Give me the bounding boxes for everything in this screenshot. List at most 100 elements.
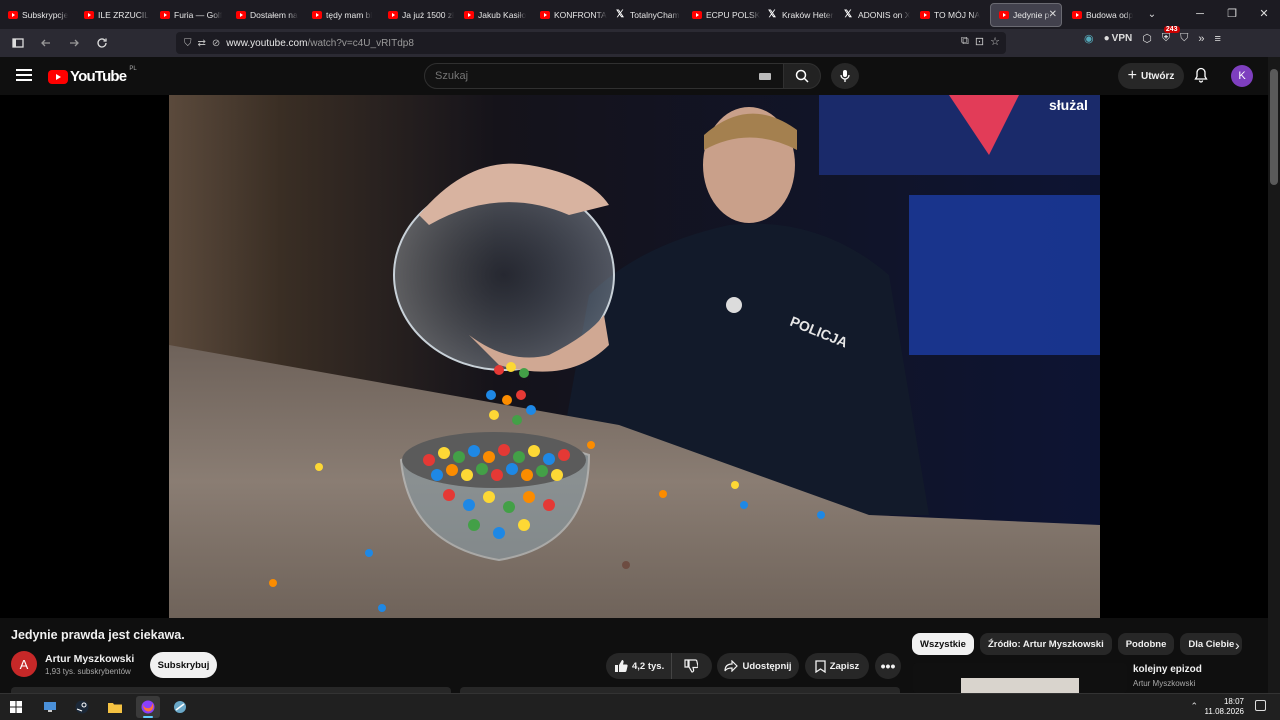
plus-icon: + xyxy=(1127,67,1137,84)
address-bar[interactable]: ⛉ ⇄ ⊘ www.youtube.com/watch?v=c4U_vRITdp… xyxy=(176,32,1006,54)
privacy-badger-icon[interactable]: ◉ xyxy=(1084,32,1094,45)
start-menu-icon[interactable] xyxy=(4,696,28,718)
wall-sign-text: służal xyxy=(1049,97,1088,113)
overflow-chevron-icon[interactable]: » xyxy=(1198,33,1204,45)
close-tab-icon[interactable]: ✕ xyxy=(1049,9,1057,20)
filter-chip[interactable]: Podobne xyxy=(1117,633,1175,655)
youtube-icon xyxy=(160,10,170,19)
youtube-icon xyxy=(692,10,702,19)
tray-chevron-icon[interactable]: ⌃ xyxy=(1190,701,1198,712)
share-button[interactable]: Udostępnij xyxy=(717,653,799,679)
create-button[interactable]: + Utwórz xyxy=(1118,63,1184,89)
recommended-title[interactable]: kolejny epizod xyxy=(1133,664,1202,675)
browser-tab-label: Jakub Kasiło xyxy=(478,9,527,20)
notifications-bell-icon[interactable] xyxy=(1194,67,1208,88)
maximize-button[interactable]: ❐ xyxy=(1216,0,1248,29)
desktop-app-icon[interactable] xyxy=(38,696,62,718)
back-button[interactable] xyxy=(34,31,58,55)
forward-button[interactable] xyxy=(62,31,86,55)
browser-tab[interactable]: ECPU POLSKA xyxy=(684,0,760,29)
voice-search-button[interactable] xyxy=(831,63,859,89)
video-player[interactable]: służal POLICJA xyxy=(0,95,1268,618)
youtube-logo[interactable]: YouTube PL xyxy=(48,66,137,85)
minimize-button[interactable]: ─ xyxy=(1184,0,1216,29)
browser-tab[interactable]: Jakub Kasiło xyxy=(456,0,532,29)
hamburger-menu-icon[interactable] xyxy=(16,69,32,81)
browser-tab[interactable]: tędy mam bl xyxy=(304,0,380,29)
recommended-channel[interactable]: Artur Myszkowski xyxy=(1133,679,1195,688)
browser-tab[interactable]: Subskrypcje xyxy=(0,0,76,29)
browser-tab[interactable]: Ja już 1500 zł xyxy=(380,0,456,29)
app-icon[interactable] xyxy=(168,696,192,718)
shield-icon[interactable]: ⛉ xyxy=(184,38,192,49)
url-host: www.youtube.com xyxy=(226,37,308,49)
search-box[interactable] xyxy=(424,63,784,89)
browser-tab[interactable]: ILE ZRZUCIL xyxy=(76,0,152,29)
reload-button[interactable] xyxy=(90,31,114,55)
vpn-button[interactable]: ● VPN xyxy=(1104,33,1133,44)
shield-extension-icon[interactable]: ⛉ xyxy=(1180,32,1188,45)
extension-icon[interactable]: ⬡ xyxy=(1142,32,1152,45)
camera-off-icon[interactable]: ⊘ xyxy=(212,38,220,49)
browser-tab[interactable]: Furia — Golf xyxy=(152,0,228,29)
search-input[interactable] xyxy=(435,70,735,82)
recommended-video[interactable] xyxy=(913,663,1127,693)
browser-tab[interactable]: TO MÓJ NA xyxy=(912,0,988,29)
tab-list-chevron-icon[interactable]: ⌄ xyxy=(1140,9,1164,20)
bookmark-star-icon[interactable]: ☆ xyxy=(990,35,1000,48)
related-chips: Wszystkie Źródło: Artur Myszkowski Podobne… xyxy=(912,633,1243,655)
youtube-header: YouTube PL +Utwórz K xyxy=(0,57,1268,95)
file-explorer-icon[interactable] xyxy=(103,696,127,718)
ublock-icon[interactable]: ⛨ 243 xyxy=(1162,26,1180,45)
recommended-thumbnail[interactable] xyxy=(913,663,1127,693)
channel-avatar[interactable]: A xyxy=(11,651,37,677)
filter-chip[interactable]: Dla Ciebie xyxy=(1180,633,1243,655)
keyboard-icon[interactable] xyxy=(759,73,771,80)
screenshot-icon[interactable]: ⊡ xyxy=(975,35,984,48)
window-controls: ─ ❐ ✕ xyxy=(1184,0,1280,29)
more-actions-button[interactable]: ••• xyxy=(875,653,901,679)
like-count: 4,2 tys. xyxy=(632,660,665,672)
extension-badge: 243 xyxy=(1163,26,1180,33)
close-window-button[interactable]: ✕ xyxy=(1248,0,1280,29)
browser-tab-label: ECPU POLSKA xyxy=(706,9,760,20)
account-avatar[interactable]: K xyxy=(1231,65,1253,87)
youtube-icon xyxy=(920,10,930,19)
chevron-right-icon[interactable]: › xyxy=(1235,637,1240,653)
dislike-button[interactable] xyxy=(672,653,710,679)
x-icon: 𝕏 xyxy=(844,8,853,20)
browser-tab[interactable]: 𝕏 ADONIS on X xyxy=(836,0,912,29)
firefox-icon[interactable] xyxy=(136,696,160,718)
filter-chip[interactable]: Źródło: Artur Myszkowski xyxy=(979,633,1112,655)
menu-icon[interactable]: ≡ xyxy=(1214,33,1220,45)
permissions-icon[interactable]: ⇄ xyxy=(198,38,206,49)
picture-in-picture-icon[interactable]: ⧉ xyxy=(961,35,969,48)
scrollbar-thumb[interactable] xyxy=(1270,69,1278,185)
x-icon: 𝕏 xyxy=(616,8,625,20)
x-icon: 𝕏 xyxy=(768,8,777,20)
search-button[interactable] xyxy=(783,63,821,89)
page-scrollbar[interactable] xyxy=(1268,57,1280,693)
system-clock[interactable]: 18:07 11.08.2026 xyxy=(1205,697,1244,717)
browser-tab-label: Subskrypcje xyxy=(22,9,69,20)
subscriber-count: 1,93 tys. subskrybentów xyxy=(45,667,131,676)
steam-icon[interactable] xyxy=(70,696,94,718)
browser-tab-label: TO MÓJ NA xyxy=(934,9,981,20)
browser-tab[interactable]: Dostałem na xyxy=(228,0,304,29)
notification-icon[interactable] xyxy=(1255,700,1266,711)
browser-tab[interactable]: KONFRONTA xyxy=(532,0,608,29)
video-title: Jedynie prawda jest ciekawa. xyxy=(11,628,185,642)
browser-tab-strip: Subskrypcje ILE ZRZUCIL Furia — Golf Dostał… xyxy=(0,0,1280,29)
filter-chip[interactable]: Wszystkie xyxy=(912,633,974,655)
like-button[interactable]: 4,2 tys. xyxy=(606,653,672,679)
vpn-status-icon: ● xyxy=(1103,33,1110,44)
browser-tab[interactable]: 𝕏 TotalnyCham xyxy=(608,0,684,29)
save-button[interactable]: Zapisz xyxy=(805,653,869,679)
browser-tab[interactable]: Jedynie pr ✕ xyxy=(990,2,1062,27)
channel-name[interactable]: Artur Myszkowski xyxy=(45,653,134,665)
browser-tab[interactable]: Budowa odp xyxy=(1064,0,1140,29)
sidebar-toggle-icon[interactable] xyxy=(6,31,30,55)
subscribe-button[interactable]: Subskrybuj xyxy=(150,652,217,678)
browser-tab-label: tędy mam bl xyxy=(326,9,373,20)
browser-tab[interactable]: 𝕏 Kraków Heter xyxy=(760,0,836,29)
